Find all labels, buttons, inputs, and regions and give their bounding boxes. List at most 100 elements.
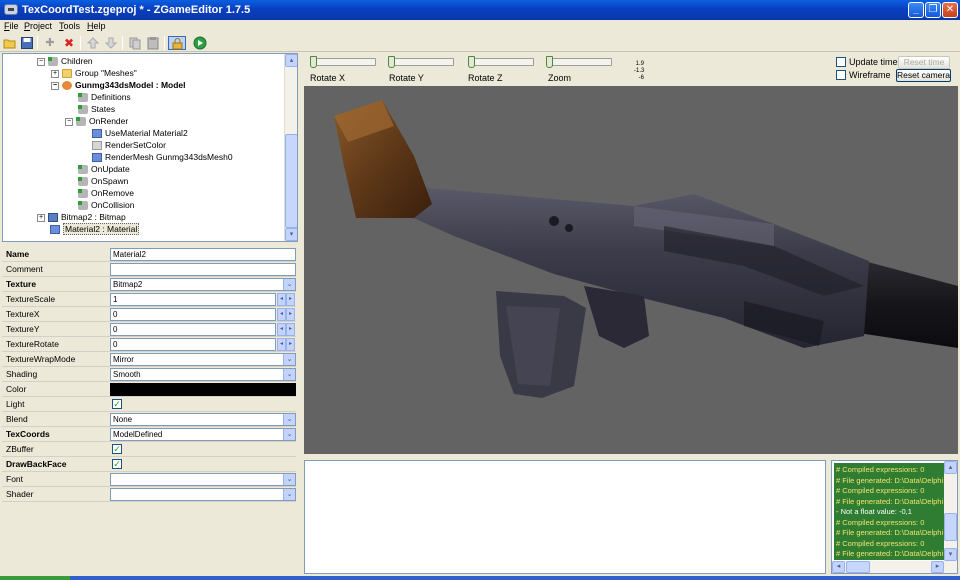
property-dropdown[interactable]: Smooth ⌄ — [110, 368, 296, 381]
property-input[interactable]: Material2 — [110, 248, 296, 261]
chevron-down-icon[interactable]: ⌄ — [283, 279, 295, 290]
scroll-down-icon[interactable]: ▾ — [944, 548, 957, 561]
tree-node[interactable]: Material2 : Material — [37, 223, 140, 235]
slider-thumb[interactable] — [310, 56, 317, 68]
log-horizontal-scrollbar[interactable]: ◂ ▸ — [832, 561, 957, 573]
property-checkbox[interactable]: ✓ — [112, 399, 122, 409]
slider-thumb[interactable] — [468, 56, 475, 68]
property-dropdown[interactable]: ModelDefined ⌄ — [110, 428, 296, 441]
scroll-up-icon[interactable]: ▴ — [944, 461, 957, 474]
expand-icon[interactable]: + — [37, 213, 45, 222]
tree-node[interactable]: − Gunmg343dsModel : Model — [51, 79, 186, 91]
scroll-down-icon[interactable]: ▾ — [285, 228, 297, 241]
paste-icon[interactable] — [146, 36, 160, 50]
zoom-slider[interactable] — [546, 56, 612, 68]
property-dropdown[interactable]: Mirror ⌄ — [110, 353, 296, 366]
tree-node[interactable]: RenderMesh Gunmg343dsMesh0 — [79, 151, 233, 163]
color-swatch[interactable] — [110, 383, 296, 396]
property-checkbox[interactable]: ✓ — [112, 459, 122, 469]
tree-node[interactable]: − Children — [37, 55, 93, 67]
tree-node[interactable]: + Bitmap2 : Bitmap — [37, 211, 126, 223]
expand-icon[interactable]: + — [51, 69, 59, 78]
menu-file[interactable]: File — [4, 21, 19, 31]
scroll-thumb[interactable] — [285, 134, 297, 228]
close-button[interactable]: ✕ — [942, 2, 958, 18]
slider-thumb[interactable] — [388, 56, 395, 68]
log-vertical-scrollbar[interactable]: ▴ ▾ — [944, 461, 957, 561]
add-icon[interactable]: ✚ — [43, 36, 57, 50]
property-input[interactable]: 0 — [110, 308, 276, 321]
tree-vertical-scrollbar[interactable]: ▴ ▾ — [284, 54, 297, 241]
wireframe-checkbox[interactable] — [836, 70, 846, 80]
gun-model-render — [334, 100, 958, 398]
increment-icon[interactable]: ▸ — [286, 323, 295, 336]
collapse-icon[interactable]: − — [65, 117, 73, 126]
chevron-down-icon[interactable]: ⌄ — [283, 414, 295, 425]
property-dropdown[interactable]: Bitmap2 ⌄ — [110, 278, 296, 291]
scroll-thumb[interactable] — [944, 513, 957, 541]
tree-node[interactable]: OnSpawn — [65, 175, 128, 187]
reset-time-button[interactable]: Reset time — [898, 56, 950, 69]
tree-node[interactable]: States — [65, 103, 115, 115]
collapse-icon[interactable]: − — [37, 57, 45, 66]
chevron-down-icon[interactable]: ⌄ — [283, 429, 295, 440]
tree-node[interactable]: UseMaterial Material2 — [79, 127, 188, 139]
slider-thumb[interactable] — [546, 56, 553, 68]
chevron-down-icon[interactable]: ⌄ — [283, 474, 295, 485]
property-checkbox[interactable]: ✓ — [112, 444, 122, 454]
increment-icon[interactable]: ▸ — [286, 338, 295, 351]
increment-icon[interactable]: ▸ — [286, 308, 295, 321]
increment-icon[interactable]: ▸ — [286, 293, 295, 306]
tree-node[interactable]: OnUpdate — [65, 163, 130, 175]
copy-icon[interactable] — [128, 36, 142, 50]
tree-node[interactable]: OnCollision — [65, 199, 134, 211]
move-down-icon[interactable] — [104, 36, 118, 50]
tree-node[interactable]: Definitions — [65, 91, 131, 103]
save-icon[interactable] — [20, 36, 34, 50]
update-time-checkbox[interactable] — [836, 57, 846, 67]
tree-node[interactable]: − OnRender — [65, 115, 128, 127]
rotate-x-slider[interactable] — [310, 56, 376, 68]
scroll-left-icon[interactable]: ◂ — [832, 561, 845, 573]
move-up-icon[interactable] — [86, 36, 100, 50]
open-folder-icon[interactable] — [3, 36, 17, 50]
scroll-right-icon[interactable]: ▸ — [931, 561, 944, 573]
chevron-down-icon[interactable]: ⌄ — [283, 369, 295, 380]
menu-tools[interactable]: Tools — [59, 21, 80, 31]
chevron-down-icon[interactable]: ⌄ — [283, 354, 295, 365]
minimize-button[interactable]: _ — [908, 2, 924, 18]
delete-icon[interactable]: ✖ — [62, 36, 76, 50]
tree-node[interactable]: RenderSetColor — [79, 139, 166, 151]
menu-help[interactable]: Help — [87, 21, 106, 31]
decrement-icon[interactable]: ◂ — [277, 308, 286, 321]
start-button-edge[interactable] — [0, 576, 70, 580]
property-dropdown[interactable]: None ⌄ — [110, 413, 296, 426]
tree-node[interactable]: + Group "Meshes" — [51, 67, 137, 79]
rotate-y-slider[interactable] — [388, 56, 454, 68]
property-input[interactable]: 0 — [110, 323, 276, 336]
chevron-down-icon[interactable]: ⌄ — [283, 489, 295, 500]
lock-icon[interactable] — [168, 36, 186, 50]
decrement-icon[interactable]: ◂ — [277, 293, 286, 306]
tree-node[interactable]: OnRemove — [65, 187, 134, 199]
decrement-icon[interactable]: ◂ — [277, 338, 286, 351]
preview-viewport[interactable] — [304, 86, 958, 454]
property-dropdown[interactable]: ⌄ — [110, 488, 296, 501]
run-icon[interactable] — [193, 36, 207, 50]
collapse-icon[interactable]: − — [51, 81, 59, 90]
scroll-up-icon[interactable]: ▴ — [285, 54, 297, 67]
project-tree[interactable]: − Children + Group "Meshes" − Gunmg343dsModel… — [2, 53, 298, 242]
property-input[interactable]: 1 — [110, 293, 276, 306]
rotate-z-slider[interactable] — [468, 56, 534, 68]
reset-camera-button[interactable]: Reset camera — [896, 69, 951, 82]
property-input[interactable] — [110, 263, 296, 276]
scroll-thumb[interactable] — [846, 561, 870, 573]
property-dropdown[interactable]: ⌄ — [110, 473, 296, 486]
maximize-button[interactable]: ❐ — [925, 2, 941, 18]
preview-controls: Rotate X Rotate Y Rotate Z Zoom 1.9 -1.3… — [304, 53, 958, 86]
property-input[interactable]: 0 — [110, 338, 276, 351]
expression-editor[interactable] — [304, 460, 826, 574]
menu-project[interactable]: Project — [24, 21, 52, 31]
decrement-icon[interactable]: ◂ — [277, 323, 286, 336]
tree-node-label: OnCollision — [91, 200, 135, 210]
